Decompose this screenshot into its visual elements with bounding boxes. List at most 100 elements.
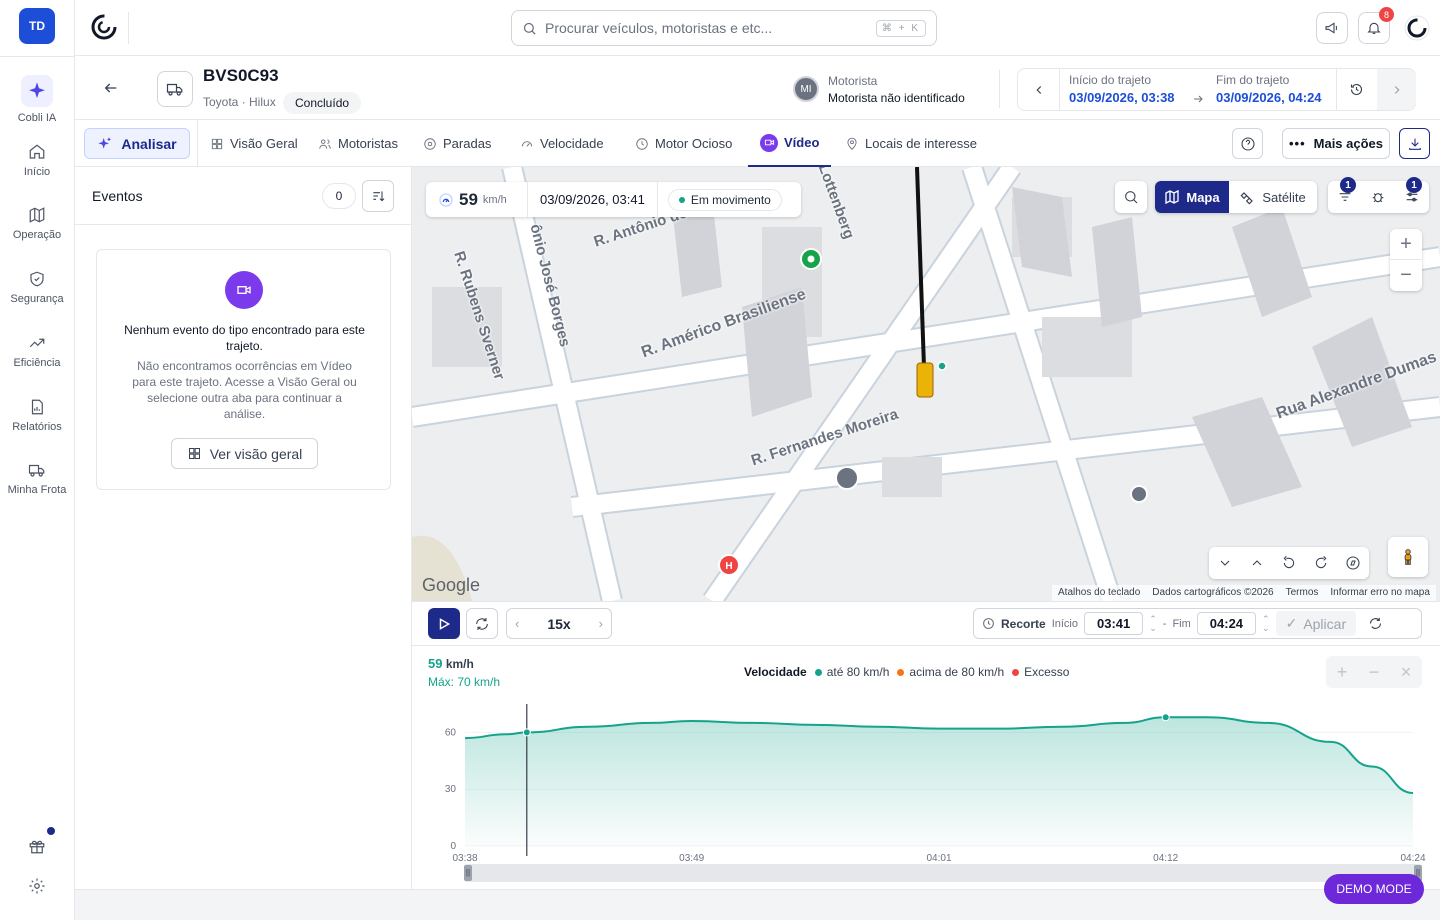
x-tick-label: 04:24 <box>1400 853 1425 864</box>
terms-link[interactable]: Termos <box>1286 587 1319 599</box>
events-count: 0 <box>322 183 356 209</box>
location-pin-icon <box>847 137 857 150</box>
play-button[interactable] <box>428 608 460 639</box>
speedometer-icon <box>521 140 533 147</box>
truck-icon <box>28 464 45 477</box>
street-view-pegman[interactable] <box>1388 537 1428 577</box>
clip-label: Recorte <box>1001 616 1046 631</box>
satellite-icon <box>1240 192 1254 205</box>
avatar[interactable]: TD <box>19 8 55 44</box>
chart-plot[interactable]: 0 30 60 03:38 03:49 04:01 04:12 04:24 <box>412 646 1440 889</box>
x-tick-label: 04:12 <box>1153 853 1178 864</box>
tab-video[interactable]: Vídeo <box>748 120 832 167</box>
bug-icon[interactable] <box>1370 189 1386 205</box>
tab-locais-de-interesse[interactable]: Locais de interesse <box>845 120 977 167</box>
tab-bar: Analisar Visão Geral Motoristas Paradas … <box>75 120 1440 167</box>
download-button[interactable] <box>1399 128 1430 159</box>
tab-motor-ocioso[interactable]: Motor Ocioso <box>635 120 732 167</box>
sidebar-item-label: Segurança <box>10 293 64 305</box>
tilt-up-icon[interactable] <box>1249 555 1265 571</box>
loop-button[interactable] <box>466 608 498 639</box>
tab-label: Vídeo <box>784 135 820 150</box>
overview-button[interactable]: Ver visão geral <box>171 438 318 469</box>
compass-icon[interactable] <box>1345 555 1361 571</box>
analyze-button[interactable]: Analisar <box>84 128 190 159</box>
speed-increase-icon[interactable]: › <box>599 616 603 631</box>
clock-icon <box>636 137 648 150</box>
google-logo: Google <box>422 575 481 595</box>
notifications-button[interactable]: 8 <box>1358 7 1394 44</box>
sidebar-item-cobli-ia[interactable]: Cobli IA <box>0 75 74 124</box>
sidebar-item-minha-frota[interactable]: Minha Frota <box>0 461 74 496</box>
tab-label: Visão Geral <box>230 136 298 151</box>
next-trip-button[interactable] <box>1377 69 1416 110</box>
map-canvas: H <box>412 167 1440 601</box>
trending-up-icon <box>29 338 45 348</box>
filter-badge: 1 <box>1340 177 1356 193</box>
back-arrow-icon[interactable] <box>103 80 119 99</box>
settings-badge: 1 <box>1406 177 1422 193</box>
sidebar-item-label: Eficiência <box>13 357 61 369</box>
report-error-link[interactable]: Informar erro no mapa <box>1330 587 1430 599</box>
gift-icon[interactable] <box>28 827 55 858</box>
history-icon <box>1350 83 1363 96</box>
scrubber-left-handle[interactable]: || <box>464 865 472 881</box>
more-icon: ••• <box>1288 136 1306 151</box>
tab-velocidade[interactable]: Velocidade <box>520 120 604 167</box>
map-search-button[interactable] <box>1115 181 1147 213</box>
arrow-right-icon <box>1194 95 1203 103</box>
movement-status: Em movimento <box>667 188 782 211</box>
zoom-in-button[interactable]: + <box>1390 229 1422 260</box>
timeline-scrubber[interactable]: || || <box>464 864 1422 882</box>
history-button[interactable] <box>1336 69 1376 110</box>
tab-paradas[interactable]: Paradas <box>423 120 491 167</box>
home-icon <box>29 144 45 159</box>
sort-button[interactable] <box>362 180 394 212</box>
tab-motoristas[interactable]: Motoristas <box>318 120 398 167</box>
empty-body: Não encontramos ocorrências em Vídeo par… <box>132 359 357 421</box>
speed-decrease-icon[interactable]: ‹ <box>515 616 519 631</box>
clip-end-input[interactable]: 04:24 <box>1196 612 1257 635</box>
settings-icon[interactable] <box>28 877 46 898</box>
trip-start[interactable]: 03/09/2026, 03:38 <box>1069 90 1175 105</box>
check-icon: ✓ <box>1285 615 1298 631</box>
sidebar-item-operacao[interactable]: Operação <box>0 206 74 241</box>
trip-end[interactable]: 03/09/2026, 04:24 <box>1216 90 1322 105</box>
y-tick-label: 0 <box>450 841 456 852</box>
apply-button[interactable]: ✓ Aplicar <box>1275 611 1357 636</box>
search-input[interactable]: Procurar veículos, motoristas e etc... ⌘… <box>511 10 937 46</box>
rotate-right-icon[interactable] <box>1313 555 1329 571</box>
sidebar-item-inicio[interactable]: Início <box>0 143 74 178</box>
demo-mode-badge[interactable]: DEMO MODE <box>1324 874 1424 904</box>
movement-status-label: Em movimento <box>690 192 771 207</box>
search-placeholder: Procurar veículos, motoristas e etc... <box>545 20 773 36</box>
announcements-button[interactable] <box>1316 12 1348 44</box>
reset-icon[interactable] <box>1368 616 1383 631</box>
map[interactable]: H R. Antônio de ônio José Borges R. Rube… <box>412 167 1440 601</box>
cobli-logo[interactable] <box>91 14 117 43</box>
satellite-button[interactable]: Satélite <box>1229 181 1317 213</box>
end-stepper[interactable]: ⌃ ⌄ <box>1262 614 1270 633</box>
help-button[interactable] <box>1232 128 1263 159</box>
previous-trip-button[interactable] <box>1018 69 1060 110</box>
sidebar-item-eficiencia[interactable]: Eficiência <box>0 334 74 369</box>
zoom-out-button[interactable]: − <box>1390 260 1422 291</box>
shield-icon <box>30 271 44 287</box>
tab-visao-geral[interactable]: Visão Geral <box>210 120 298 167</box>
start-stepper[interactable]: ⌃ ⌄ <box>1149 614 1157 633</box>
sidebar-item-relatorios[interactable]: Relatórios <box>0 398 74 433</box>
rotate-left-icon[interactable] <box>1281 555 1297 571</box>
keyboard-shortcuts-link[interactable]: Atalhos do teclado <box>1058 587 1140 599</box>
sidebar-item-label: Minha Frota <box>7 484 67 496</box>
shortcut-hint: ⌘ + K <box>875 19 926 37</box>
more-actions-button[interactable]: ••• Mais ações <box>1282 128 1390 159</box>
analyze-label: Analisar <box>121 135 177 152</box>
empty-state-card: Nenhum evento do tipo encontrado para es… <box>96 249 391 490</box>
clip-start-input[interactable]: 03:41 <box>1083 612 1144 635</box>
tilt-down-icon[interactable] <box>1217 555 1233 571</box>
trip-end-label: Fim do trajeto <box>1216 73 1290 87</box>
map-button[interactable]: Mapa <box>1155 181 1229 213</box>
sidebar-item-seguranca[interactable]: Segurança <box>0 270 74 305</box>
map-info-bar: 59 km/h 03/09/2026, 03:41 Em movimento <box>426 182 801 217</box>
account-logo[interactable] <box>1404 15 1430 44</box>
